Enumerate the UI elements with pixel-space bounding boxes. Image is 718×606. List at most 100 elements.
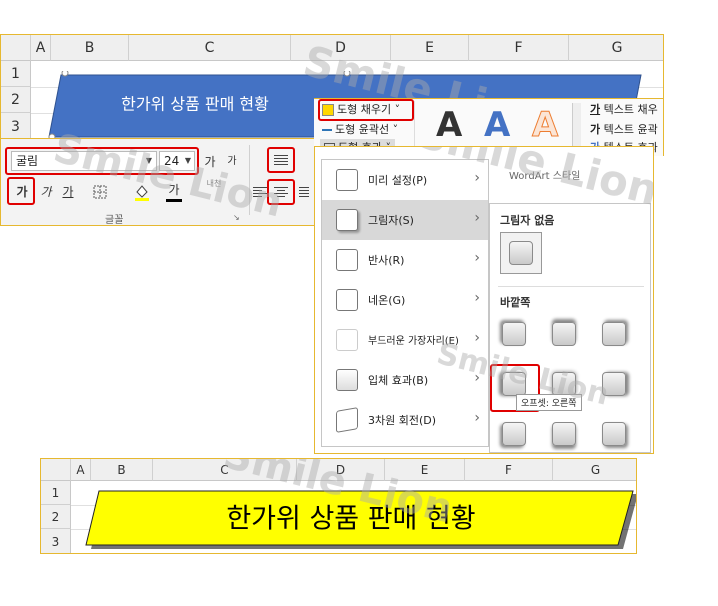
menu-item-3d-rotation[interactable]: 3차원 회전(D) › <box>322 400 488 440</box>
shadow-offset-bottom[interactable] <box>552 422 576 446</box>
no-shadow-option[interactable] <box>500 232 542 274</box>
shadow-offset-top-right[interactable] <box>602 322 626 346</box>
shadow-offset-bottom-left[interactable] <box>502 422 526 446</box>
3d-rotation-icon <box>336 407 358 433</box>
text-fill-menu[interactable]: 가 텍스트 채우 <box>590 101 658 119</box>
font-ribbon-group: 굴림 ▼ 24 ▼ 가 가 가 가 가 가 내천 글꼴 ↘ Smile Lion <box>0 125 315 227</box>
chevron-right-icon: › <box>474 250 480 266</box>
shadow-offset-top-left[interactable] <box>502 322 526 346</box>
fill-color-icon[interactable] <box>131 181 153 203</box>
no-shadow-swatch <box>509 241 533 265</box>
wordart-style-3[interactable]: A <box>531 105 558 146</box>
title-shape-yellow[interactable]: 한가위 상품 판매 현황 <box>83 489 637 551</box>
col-header-e[interactable]: E <box>385 459 465 481</box>
highlight-font-box <box>5 147 199 175</box>
menu-item-bevel[interactable]: 입체 효과(B) › <box>322 360 488 400</box>
col-header-g[interactable]: G <box>553 459 636 481</box>
dialog-launcher-icon[interactable]: ↘ <box>233 213 240 222</box>
divider <box>498 286 644 287</box>
highlight-align-center-box <box>267 179 295 205</box>
highlight-shape-fill-box <box>318 99 414 121</box>
shadow-icon <box>336 209 358 231</box>
watermark: Smile Lion <box>48 125 288 227</box>
text-outline-glyph: 가 <box>590 123 601 136</box>
bevel-icon <box>336 369 358 391</box>
col-header-b[interactable]: B <box>51 35 129 61</box>
wordart-group-label: WordArt 스타일 <box>509 171 581 182</box>
border-icon[interactable] <box>89 181 111 203</box>
text-outline-menu[interactable]: 가 텍스트 윤곽 <box>590 121 658 139</box>
align-right-icon[interactable] <box>299 185 309 199</box>
menu-item-glow[interactable]: 네온(G) › <box>322 280 488 320</box>
shadow-offset-top[interactable] <box>552 322 576 346</box>
col-header-d[interactable]: D <box>297 459 385 481</box>
menu-item-soft-edges[interactable]: 부드러운 가장자리(E) › <box>322 320 488 360</box>
font-color-bar <box>166 199 182 202</box>
row-header-1[interactable]: 1 <box>1 61 31 87</box>
align-left-icon[interactable] <box>253 185 267 199</box>
menu-item-label: 부드러운 가장자리(E) <box>368 336 459 347</box>
wordart-style-1[interactable]: A <box>436 105 462 145</box>
text-fill-glyph: 가 <box>590 103 601 116</box>
chevron-right-icon: › <box>474 170 480 186</box>
shape-title-text: 한가위 상품 판매 현황 <box>121 95 269 114</box>
chevron-right-icon: › <box>474 410 480 426</box>
shadow-offset-bottom-right[interactable] <box>602 422 626 446</box>
highlight-bold-box <box>7 177 35 205</box>
effects-menu: 미리 설정(P) › 그림자(S) › 반사(R) › 네온(G) › 부드러운… <box>321 159 489 447</box>
result-shape-title-text: 한가위 상품 판매 현황 <box>226 504 475 535</box>
wordart-style-2[interactable]: A <box>484 105 510 145</box>
wordart-scrollbar[interactable] <box>572 103 581 151</box>
highlight-align-top-box <box>267 147 295 173</box>
shape-outline-menu[interactable]: 도형 윤곽선 ˅ <box>322 121 398 139</box>
chevron-right-icon: › <box>474 370 480 386</box>
font-color-glyph: 가 <box>168 183 180 197</box>
soft-edges-icon <box>336 329 358 351</box>
menu-item-reflection[interactable]: 반사(R) › <box>322 240 488 280</box>
col-header-a[interactable]: A <box>31 35 51 61</box>
col-header-d[interactable]: D <box>291 35 391 61</box>
col-header-f[interactable]: F <box>465 459 553 481</box>
col-header-a[interactable]: A <box>71 459 91 481</box>
divider <box>249 145 250 215</box>
col-header-c[interactable]: C <box>129 35 291 61</box>
select-all-corner[interactable] <box>1 35 31 61</box>
row-header-3[interactable]: 3 <box>1 113 31 139</box>
shadow-offset-center[interactable] <box>552 372 576 396</box>
shape-effects-dropdown: WordArt 스타일 미리 설정(P) › 그림자(S) › 반사(R) › … <box>314 146 654 454</box>
col-header-b[interactable]: B <box>91 459 153 481</box>
divider <box>414 101 415 151</box>
italic-button[interactable]: 가 <box>35 181 57 203</box>
menu-item-label: 미리 설정(P) <box>368 174 428 187</box>
menu-item-label: 3차원 회전(D) <box>368 414 437 427</box>
shadow-gallery: 그림자 없음 바깥쪽 오프셋: 오른쪽 <box>489 203 651 453</box>
menu-item-presets[interactable]: 미리 설정(P) › <box>322 160 488 200</box>
no-shadow-heading: 그림자 없음 <box>500 214 555 227</box>
select-all-corner[interactable] <box>41 459 71 481</box>
col-header-g[interactable]: G <box>569 35 663 61</box>
phonetic-button[interactable]: 내천 <box>203 179 225 201</box>
font-color-button[interactable]: 가 <box>163 179 185 202</box>
shadow-offset-right[interactable] <box>602 372 626 396</box>
menu-item-label: 네온(G) <box>368 294 406 307</box>
col-header-e[interactable]: E <box>391 35 469 61</box>
row-header-2[interactable]: 2 <box>1 87 31 113</box>
row-header-2[interactable]: 2 <box>41 505 71 529</box>
result-worksheet: A B C D E F G 1 2 3 한가위 상품 판매 현황 Smile L… <box>40 458 637 554</box>
col-header-c[interactable]: C <box>153 459 297 481</box>
font-group-label: 글꼴 <box>105 215 124 226</box>
menu-item-label: 반사(R) <box>368 254 405 267</box>
menu-item-shadow[interactable]: 그림자(S) › <box>322 200 488 240</box>
shape-outline-label: 도형 윤곽선 <box>335 123 390 136</box>
text-fill-label: 텍스트 채우 <box>603 103 658 116</box>
menu-item-label: 그림자(S) <box>368 214 414 227</box>
col-header-f[interactable]: F <box>469 35 569 61</box>
grow-font-button[interactable]: 가 <box>199 151 221 173</box>
pen-icon <box>322 129 332 131</box>
underline-button[interactable]: 가 <box>57 181 79 203</box>
presets-icon <box>336 169 358 191</box>
row-header-3[interactable]: 3 <box>41 529 71 553</box>
shrink-font-button[interactable]: 가 <box>221 151 243 173</box>
glow-icon <box>336 289 358 311</box>
row-header-1[interactable]: 1 <box>41 481 71 505</box>
